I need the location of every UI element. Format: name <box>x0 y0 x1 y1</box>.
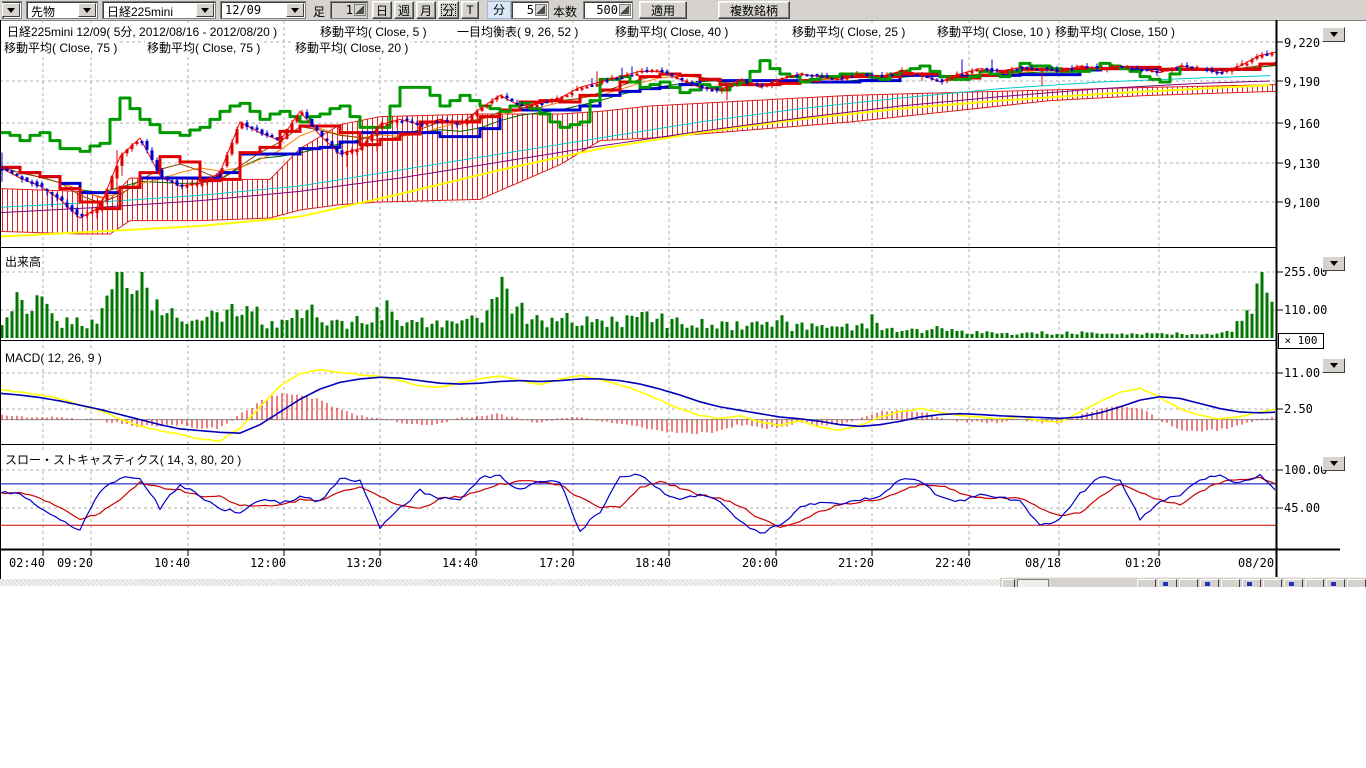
strip-button[interactable] <box>1347 579 1366 587</box>
strip-button[interactable] <box>1263 579 1282 587</box>
pane-scale-dropdown[interactable] <box>1322 27 1345 42</box>
legend-row-1: 日経225mini 12/09( 5分, 2012/08/16 - 2012/0… <box>0 23 1280 38</box>
legend-item: 移動平均( Close, 10 ) <box>935 23 1052 40</box>
legend-row-2: 移動平均( Close, 75 ) 移動平均( Close, 75 ) 移動平均( … <box>0 39 1280 54</box>
chevron-down-icon <box>1330 32 1338 41</box>
legend-item: 移動平均( Close, 75 ) <box>145 39 262 56</box>
pane-scale-dropdown[interactable] <box>1322 456 1345 471</box>
chevron-down-icon <box>1330 261 1338 270</box>
strip-button-glyph <box>1163 582 1168 586</box>
strip-button[interactable] <box>1284 579 1303 587</box>
legend-item: 移動平均( Close, 150 ) <box>1053 23 1177 40</box>
legend-item: 移動平均( Close, 20 ) <box>293 39 410 56</box>
strip-button[interactable] <box>1242 579 1261 587</box>
chevron-down-icon <box>1330 461 1338 470</box>
legend-item: 一目均衡表( 9, 26, 52 ) <box>455 23 580 40</box>
strip-button[interactable] <box>1200 579 1219 587</box>
strip-button[interactable] <box>1221 579 1240 587</box>
strip-button-glyph <box>1289 582 1294 586</box>
strip-field[interactable] <box>1017 579 1049 587</box>
pane-scale-dropdown[interactable] <box>1322 358 1345 373</box>
legend-item: 移動平均( Close, 5 ) <box>318 23 429 40</box>
strip-button-glyph <box>1331 582 1336 586</box>
strip-button-glyph <box>1205 582 1210 586</box>
strip-button[interactable] <box>1179 579 1198 587</box>
chart-application: 先物 日経225mini 12/09 足 1 日 週 月 分 T 分 5 本数 … <box>0 0 1366 768</box>
strip-button-glyph <box>1247 582 1252 586</box>
strip-button[interactable] <box>1326 579 1345 587</box>
legend-item: 移動平均( Close, 75 ) <box>2 39 119 56</box>
bottom-toolbar-strip <box>1000 577 1366 587</box>
legend-item: 日経225mini 12/09( 5分, 2012/08/16 - 2012/0… <box>5 23 279 40</box>
strip-button[interactable] <box>1158 579 1177 587</box>
volume-multiplier-box: × 100 <box>1278 333 1324 349</box>
pane-scale-dropdown[interactable] <box>1322 256 1345 271</box>
bottom-resize-texture <box>0 579 1000 586</box>
strip-button[interactable] <box>1002 579 1015 587</box>
strip-button[interactable] <box>1305 579 1324 587</box>
chevron-down-icon <box>1330 363 1338 372</box>
legend-item: 移動平均( Close, 40 ) <box>613 23 730 40</box>
strip-button[interactable] <box>1137 579 1156 587</box>
legend-item: 移動平均( Close, 25 ) <box>790 23 907 40</box>
chart-canvas[interactable] <box>0 0 1366 590</box>
